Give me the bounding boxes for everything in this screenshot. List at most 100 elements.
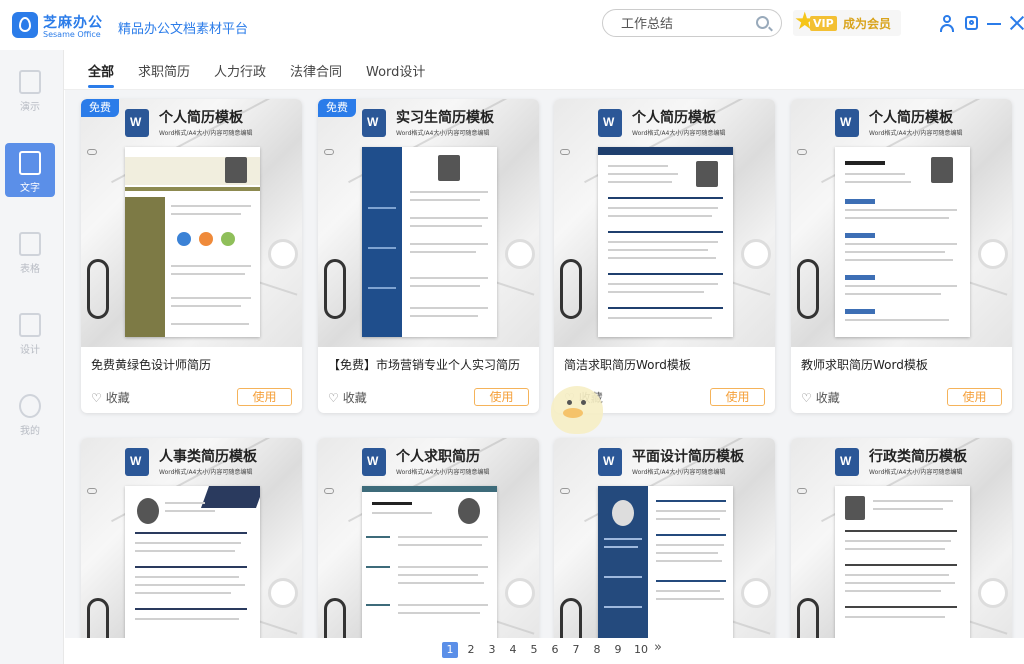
word-icon [835,448,859,476]
card-title[interactable]: 免费黄绿色设计师简历 [91,356,211,373]
tab-word-design[interactable]: Word设计 [366,61,425,80]
page-button[interactable]: 7 [568,642,584,658]
template-thumbnail[interactable]: 个人简历模板 Word格式/A4大小/内容可随意编辑 [791,99,1012,347]
use-button[interactable]: 使用 [947,388,1002,406]
template-card[interactable]: 个人简历模板 Word格式/A4大小/内容可随意编辑 免费 免费 [81,99,302,413]
page-button[interactable]: 1 [442,642,458,658]
page-button[interactable]: 6 [547,642,563,658]
template-thumbnail[interactable]: 行政类简历模板 Word格式/A4大小/内容可随意编辑 [791,438,1012,638]
glasses-decoration [560,259,582,319]
sidebar-item-presentation[interactable]: 演示 [5,62,55,116]
resume-preview [125,147,260,337]
resume-preview [598,147,733,337]
tab-legal-contract[interactable]: 法律合同 [290,61,342,80]
template-caption: Word格式/A4大小/内容可随意编辑 [869,130,963,137]
vip-tag: VIP [810,16,837,31]
use-button[interactable]: 使用 [710,388,765,406]
page-button[interactable]: 3 [484,642,500,658]
word-icon [835,109,859,137]
paperclip-icon [797,488,807,494]
word-icon [125,448,149,476]
page-button[interactable]: 9 [610,642,626,658]
template-thumbnail[interactable]: 实习生简历模板 Word格式/A4大小/内容可随意编辑 [318,99,539,347]
card-title[interactable]: 【免费】市场营销专业个人实习简历 [328,356,520,373]
card-title[interactable]: 简洁求职简历Word模板 [564,356,691,373]
use-button[interactable]: 使用 [474,388,529,406]
template-caption: Word格式/A4大小/内容可随意编辑 [632,469,726,476]
favorite-label: 收藏 [815,391,840,405]
page-button[interactable]: 8 [589,642,605,658]
glasses-decoration [87,598,109,638]
paperclip-icon [324,149,334,155]
heart-icon: ♡ [91,391,102,405]
paperclip-icon [324,488,334,494]
sidebar-item-document[interactable]: 文字 [5,143,55,197]
mascot-assistant[interactable] [547,380,609,438]
template-heading: 人事类简历模板 [159,449,257,465]
template-caption: Word格式/A4大小/内容可随意编辑 [396,130,490,137]
sidebar-item-design[interactable]: 设计 [5,305,55,359]
resume-preview [835,147,970,337]
favorite-button[interactable]: ♡收藏 [328,389,367,406]
template-card[interactable]: 平面设计简历模板 Word格式/A4大小/内容可随意编辑 [554,438,775,638]
resume-preview [598,486,733,638]
page-button[interactable]: 10 [631,642,651,658]
favorite-button[interactable]: ♡收藏 [801,389,840,406]
word-icon [125,109,149,137]
glasses-decoration [324,259,346,319]
template-card[interactable]: 个人求职简历 Word格式/A4大小/内容可随意编辑 [318,438,539,638]
tab-resume[interactable]: 求职简历 [138,61,190,80]
paperclip-icon [87,488,97,494]
template-thumbnail[interactable]: 人事类简历模板 Word格式/A4大小/内容可随意编辑 [81,438,302,638]
page-button[interactable]: 2 [463,642,479,658]
page-button[interactable]: 5 [526,642,542,658]
document-icon [19,151,41,175]
user-icon[interactable] [938,14,956,32]
template-card[interactable]: 个人简历模板 Word格式/A4大小/内容可随意编辑 [791,99,1012,413]
app-name: 芝麻办公 [43,15,103,31]
use-button[interactable]: 使用 [237,388,292,406]
close-icon[interactable] [1008,14,1024,32]
minimize-icon[interactable] [986,14,1004,32]
template-heading: 个人简历模板 [632,110,716,126]
cup-decoration [741,578,771,608]
template-thumbnail[interactable]: 平面设计简历模板 Word格式/A4大小/内容可随意编辑 [554,438,775,638]
sidebar-item-mine[interactable]: 我的 [5,386,55,440]
template-card[interactable]: 实习生简历模板 Word格式/A4大小/内容可随意编辑 [318,99,539,413]
word-icon [362,109,386,137]
search-box[interactable] [602,9,782,37]
settings-icon[interactable] [962,14,980,32]
search-icon[interactable] [756,16,769,29]
favorite-label: 收藏 [105,391,130,405]
template-thumbnail[interactable]: 个人简历模板 Word格式/A4大小/内容可随意编辑 [81,99,302,347]
cup-decoration [505,239,535,269]
pagination: 1 2 3 4 5 6 7 8 9 10 » [65,638,1024,664]
tab-all[interactable]: 全部 [88,61,115,88]
sidebar-item-label: 文字 [20,183,40,194]
template-thumbnail[interactable]: 个人求职简历 Word格式/A4大小/内容可随意编辑 [318,438,539,638]
template-card[interactable]: 行政类简历模板 Word格式/A4大小/内容可随意编辑 [791,438,1012,638]
template-heading: 个人求职简历 [396,449,480,465]
cup-decoration [978,239,1008,269]
template-card[interactable]: 人事类简历模板 Word格式/A4大小/内容可随意编辑 [81,438,302,638]
card-title[interactable]: 教师求职简历Word模板 [801,356,928,373]
glasses-decoration [324,598,346,638]
tab-hr-admin[interactable]: 人力行政 [214,61,266,80]
sidebar-item-spreadsheet[interactable]: 表格 [5,224,55,278]
glasses-decoration [797,259,819,319]
template-thumbnail[interactable]: 个人简历模板 Word格式/A4大小/内容可随意编辑 [554,99,775,347]
word-icon [598,448,622,476]
vip-button[interactable]: ★ VIP 成为会员 [793,8,901,36]
free-badge: 免费 [81,99,119,117]
favorite-button[interactable]: ♡收藏 [91,389,130,406]
page-button[interactable]: 4 [505,642,521,658]
next-page-icon[interactable]: » [654,640,662,655]
sidebar-item-label: 我的 [20,426,40,437]
template-heading: 个人简历模板 [869,110,953,126]
profile-icon [19,394,41,418]
heart-icon: ♡ [801,391,812,405]
resume-preview [362,486,497,638]
template-heading: 实习生简历模板 [396,110,494,126]
template-card[interactable]: 个人简历模板 Word格式/A4大小/内容可随意编辑 [554,99,775,413]
search-input[interactable] [621,15,751,30]
